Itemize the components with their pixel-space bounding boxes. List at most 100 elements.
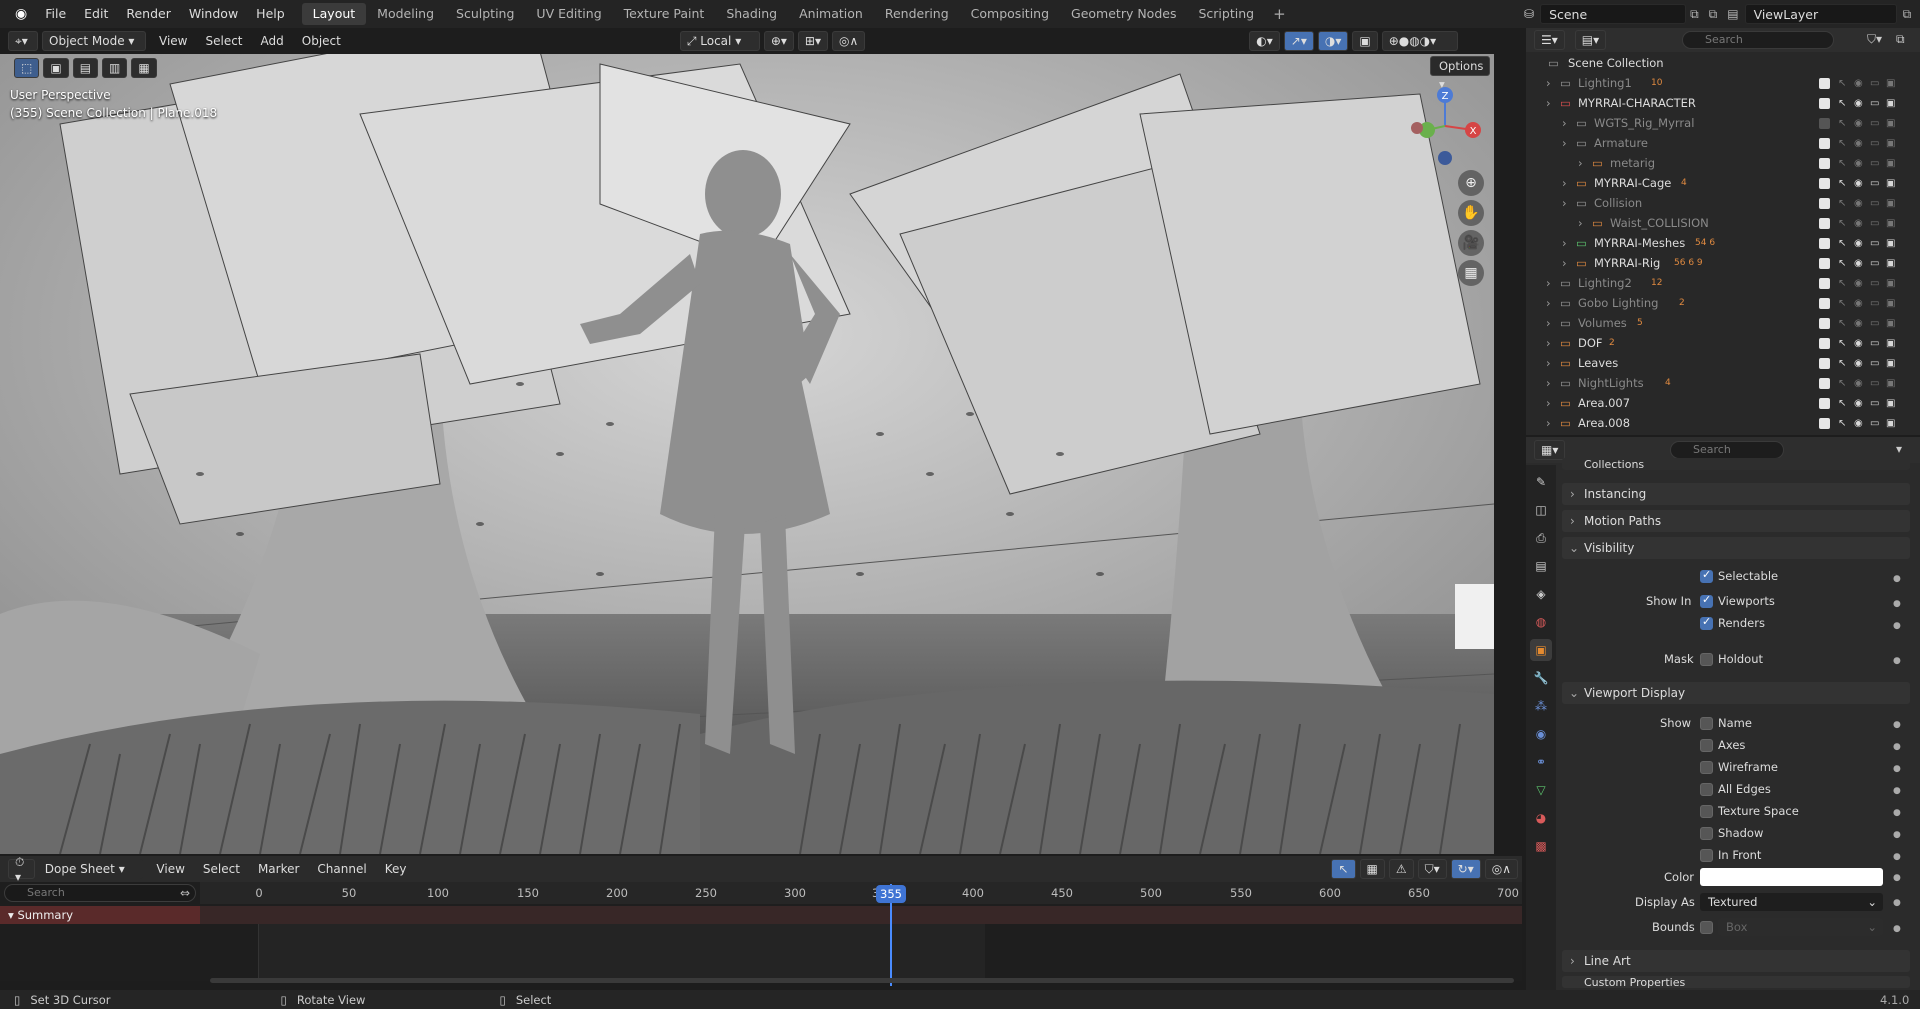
tab-compositing[interactable]: Compositing (960, 3, 1060, 25)
panel-collections[interactable]: Collections (1562, 458, 1910, 470)
summary-channel[interactable]: ▾ Summary (0, 906, 200, 924)
monitor-icon[interactable]: ▭ (1870, 78, 1879, 89)
blender-logo-icon[interactable]: ◉ (6, 0, 36, 28)
outliner-row[interactable]: › ▭ Waist_COLLISION ↖ ◉ ▭ ▣ (1526, 213, 1920, 233)
menu-window[interactable]: Window (180, 0, 247, 28)
exclude-checkbox[interactable] (1819, 137, 1830, 149)
camera-icon[interactable]: ▣ (1886, 198, 1895, 209)
panel-line-art[interactable]: › Line Art (1562, 950, 1910, 972)
3d-viewport[interactable] (0, 54, 1494, 854)
exclude-checkbox[interactable] (1819, 97, 1830, 109)
expand-icon[interactable]: › (1546, 96, 1551, 110)
filter-icon[interactable]: ⛉▾ (1417, 859, 1447, 879)
camera-view-icon[interactable]: 🎥 (1458, 230, 1484, 256)
monitor-icon[interactable]: ▭ (1870, 98, 1879, 109)
transform-orientation[interactable]: ⤢ Local ▾ (679, 31, 760, 51)
expand-icon[interactable]: › (1562, 136, 1567, 150)
select-arrow-icon[interactable]: ↖ (1838, 398, 1846, 409)
axes-checkbox[interactable] (1700, 739, 1713, 752)
pan-hand-icon[interactable]: ✋ (1458, 200, 1484, 226)
view-layer-tab-icon[interactable]: ▤ (1530, 555, 1552, 577)
monitor-icon[interactable]: ▭ (1870, 178, 1879, 189)
display-as-keyframe-dot[interactable]: ● (1893, 898, 1901, 908)
viewport-menu-object[interactable]: Object (293, 34, 350, 48)
exclude-checkbox[interactable] (1819, 197, 1830, 209)
color-keyframe-dot[interactable]: ● (1893, 873, 1901, 883)
overlays-icon[interactable]: ◑▾ (1317, 31, 1349, 51)
tab-uv-editing[interactable]: UV Editing (525, 3, 612, 25)
camera-icon[interactable]: ▣ (1886, 98, 1895, 109)
dope-menu-select[interactable]: Select (194, 862, 249, 876)
outliner-row[interactable]: › ▭ metarig ↖ ◉ ▭ ▣ (1526, 153, 1920, 173)
outliner-row[interactable]: › ▭ Gobo Lighting 2 ↖ ◉ ▭ ▣ (1526, 293, 1920, 313)
monitor-icon[interactable]: ▭ (1870, 238, 1879, 249)
outliner-editor-icon[interactable]: ☰▾ (1534, 30, 1565, 50)
eye-icon[interactable]: ◉ (1854, 398, 1863, 409)
only-selected-icon[interactable]: ↖ (1331, 859, 1356, 879)
monitor-icon[interactable]: ▭ (1870, 258, 1879, 269)
all-edges-checkbox[interactable] (1700, 783, 1713, 796)
viewports-keyframe-dot[interactable]: ● (1893, 599, 1901, 609)
eye-icon[interactable]: ◉ (1854, 158, 1863, 169)
tab-texture-paint[interactable]: Texture Paint (613, 3, 716, 25)
outliner-row[interactable]: › ▭ MYRRAI-Meshes 54 6 ↖ ◉ ▭ ▣ (1526, 233, 1920, 253)
eye-icon[interactable]: ◉ (1854, 258, 1863, 269)
outliner-row[interactable]: › ▭ Area.008 ↖ ◉ ▭ ▣ (1526, 413, 1920, 433)
outliner-row[interactable]: › ▭ Leaves ↖ ◉ ▭ ▣ (1526, 353, 1920, 373)
eye-icon[interactable]: ◉ (1854, 118, 1863, 129)
camera-icon[interactable]: ▣ (1886, 118, 1895, 129)
shadow-keyframe-dot[interactable]: ● (1893, 830, 1901, 840)
camera-icon[interactable]: ▣ (1886, 158, 1895, 169)
properties-search-input[interactable]: Search (1670, 441, 1784, 459)
select-arrow-icon[interactable]: ↖ (1838, 178, 1846, 189)
outliner-row[interactable]: › ▭ Lighting1 10 ↖ ◉ ▭ ▣ (1526, 73, 1920, 93)
outliner-row[interactable]: › ▭ MYRRAI-Rig 56 6 9 ↖ ◉ ▭ ▣ (1526, 253, 1920, 273)
pivot-point-icon[interactable]: ⊕▾ (763, 31, 794, 51)
exclude-checkbox[interactable] (1819, 157, 1830, 169)
tool-tab-icon[interactable]: ✎ (1530, 471, 1552, 493)
options-dropdown[interactable]: Options ▾ (1430, 56, 1490, 91)
monitor-icon[interactable]: ▭ (1870, 298, 1879, 309)
mode-selector[interactable]: Object Mode ▾ (42, 31, 146, 51)
viewport-menu-select[interactable]: Select (196, 34, 251, 48)
dope-menu-marker[interactable]: Marker (249, 862, 308, 876)
dope-menu-channel[interactable]: Channel (308, 862, 375, 876)
exclude-checkbox[interactable] (1819, 297, 1830, 309)
scene-selector[interactable]: Scene (1540, 4, 1687, 24)
properties-editor-icon[interactable]: ▦▾ (1534, 440, 1566, 460)
exclude-checkbox[interactable] (1819, 237, 1830, 249)
name-checkbox[interactable] (1700, 717, 1713, 730)
scene-collection-row[interactable]: ▭ Scene Collection (1526, 53, 1920, 73)
axes-keyframe-dot[interactable]: ● (1893, 742, 1901, 752)
outliner-filter-icon[interactable]: ⛉▾ (1867, 32, 1882, 47)
eye-icon[interactable]: ◉ (1854, 98, 1863, 109)
add-workspace-icon[interactable]: + (1265, 5, 1294, 23)
camera-icon[interactable]: ▣ (1886, 138, 1895, 149)
eye-icon[interactable]: ◉ (1854, 358, 1863, 369)
outliner-row[interactable]: › ▭ Lighting2 12 ↖ ◉ ▭ ▣ (1526, 273, 1920, 293)
viewport-menu-add[interactable]: Add (252, 34, 293, 48)
monitor-icon[interactable]: ▭ (1870, 378, 1879, 389)
tab-layout[interactable]: Layout (301, 3, 367, 25)
menu-render[interactable]: Render (117, 0, 180, 28)
outliner-row[interactable]: › ▭ Collision ↖ ◉ ▭ ▣ (1526, 193, 1920, 213)
camera-icon[interactable]: ▣ (1886, 418, 1895, 429)
camera-icon[interactable]: ▣ (1886, 358, 1895, 369)
select-arrow-icon[interactable]: ↖ (1838, 298, 1846, 309)
show-hidden-icon[interactable]: ▦ (1359, 859, 1385, 879)
exclude-checkbox[interactable] (1819, 117, 1830, 129)
dope-editor-icon[interactable]: ⏱▾ (8, 855, 35, 884)
texture-space-checkbox[interactable] (1700, 805, 1713, 818)
editor-type-icon[interactable]: ⌖▾ (8, 31, 38, 51)
camera-icon[interactable]: ▣ (1886, 218, 1895, 229)
outliner-row[interactable]: › ▭ Volumes 5 ↖ ◉ ▭ ▣ (1526, 313, 1920, 333)
eye-icon[interactable]: ◉ (1854, 318, 1863, 329)
all-edges-keyframe-dot[interactable]: ● (1893, 786, 1901, 796)
expand-icon[interactable]: › (1562, 236, 1567, 250)
monitor-icon[interactable]: ▭ (1870, 218, 1879, 229)
dope-menu-view[interactable]: View (147, 862, 193, 876)
expand-icon[interactable]: › (1578, 156, 1583, 170)
visibility-icon[interactable]: ◐▾ (1249, 31, 1280, 51)
view-layer-selector[interactable]: ViewLayer (1744, 4, 1897, 24)
select-arrow-icon[interactable]: ↖ (1838, 238, 1846, 249)
